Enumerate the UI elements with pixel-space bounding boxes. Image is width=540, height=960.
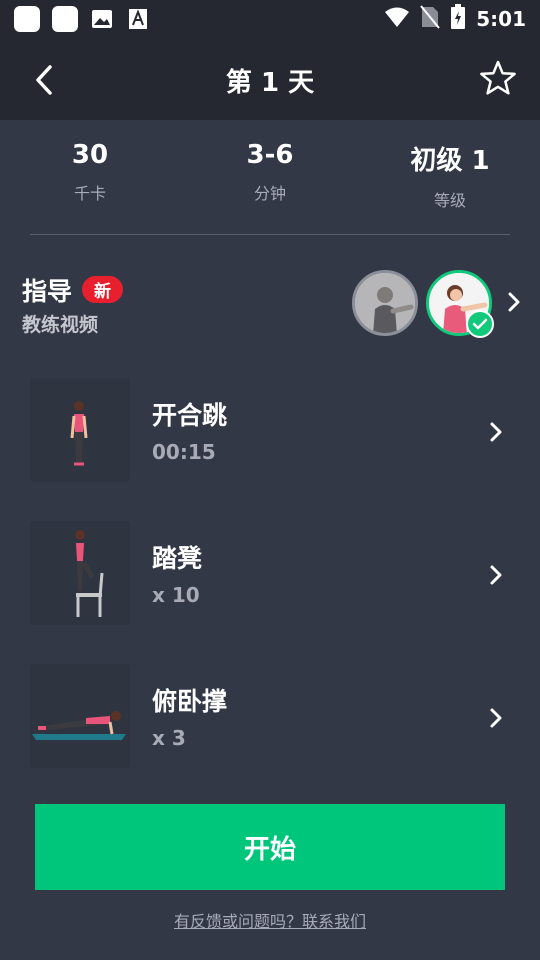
exercise-thumbnail <box>30 664 130 768</box>
image-icon <box>90 7 114 31</box>
chevron-right-icon <box>508 292 520 312</box>
stat-duration: 3-6 分钟 <box>180 140 360 204</box>
star-icon <box>480 60 516 95</box>
check-icon <box>466 310 494 338</box>
guide-title: 指导 <box>22 277 73 306</box>
exercise-item[interactable]: 踏凳 x 10 <box>0 521 540 631</box>
status-bar: 5:01 <box>0 0 540 38</box>
exercise-name: 开合跳 <box>152 401 228 430</box>
favorite-button[interactable] <box>478 58 518 98</box>
exercise-duration: 00:15 <box>152 440 216 464</box>
header: 第 1 天 <box>0 38 540 120</box>
battery-charging-icon <box>450 4 466 34</box>
status-time: 5:01 <box>476 7 526 31</box>
coach-guide-row[interactable]: 指导 新 教练视频 <box>0 262 540 342</box>
chevron-right-icon <box>490 422 502 442</box>
guide-subtitle: 教练视频 <box>22 314 99 336</box>
page-title: 第 1 天 <box>225 68 315 98</box>
exercise-thumbnail <box>30 378 130 482</box>
exercise-reps: x 3 <box>152 726 186 750</box>
divider <box>30 234 510 235</box>
coach-avatar[interactable] <box>352 270 418 336</box>
stat-calories: 30 千卡 <box>0 140 180 204</box>
stat-value: 初级 1 <box>410 146 490 176</box>
stat-value: 3-6 <box>246 140 294 170</box>
stat-label: 分钟 <box>253 184 286 203</box>
no-sim-icon <box>420 5 441 33</box>
stat-value: 30 <box>71 140 109 170</box>
stat-label: 等级 <box>433 191 466 210</box>
exercise-reps: x 10 <box>152 583 200 607</box>
exercise-item[interactable]: 开合跳 00:15 <box>0 378 540 488</box>
new-badge: 新 <box>82 276 123 303</box>
app-icon <box>14 6 40 32</box>
chevron-right-icon <box>490 708 502 728</box>
feedback-link[interactable]: 有反馈或问题吗？联系我们 <box>0 908 540 932</box>
start-button[interactable]: 开始 <box>35 804 505 890</box>
exercise-item[interactable]: 俯卧撑 x 3 <box>0 664 540 774</box>
stat-level: 初级 1 等级 <box>360 140 540 211</box>
app-icon <box>52 6 78 32</box>
exercise-name: 俯卧撑 <box>152 687 228 716</box>
exercise-name: 踏凳 <box>152 544 203 573</box>
stat-label: 千卡 <box>73 184 106 203</box>
font-icon <box>126 7 150 31</box>
chevron-right-icon <box>490 565 502 585</box>
wifi-icon <box>384 6 410 32</box>
exercise-thumbnail <box>30 521 130 625</box>
workout-stats: 30 千卡 3-6 分钟 初级 1 等级 <box>0 140 540 220</box>
